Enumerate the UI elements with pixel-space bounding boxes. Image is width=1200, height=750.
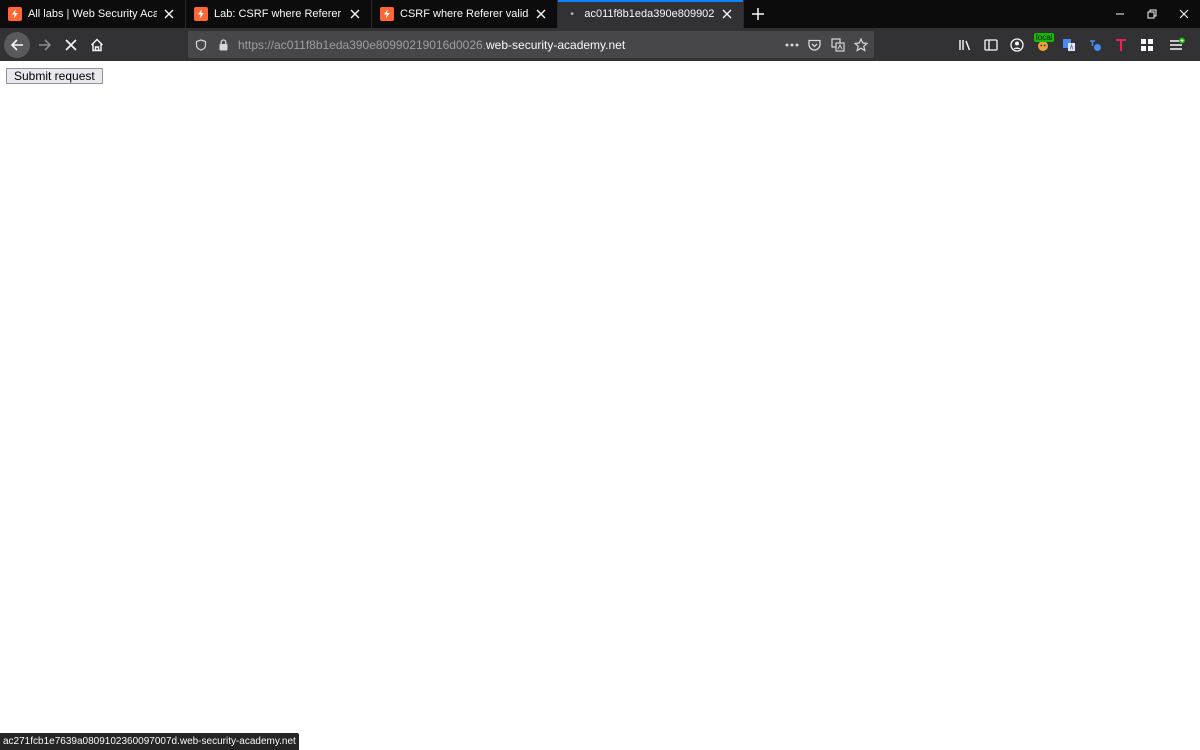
close-tab-icon[interactable] — [719, 6, 735, 22]
close-tab-icon[interactable] — [161, 6, 177, 22]
tab-lab-csrf[interactable]: Lab: CSRF where Referer valida — [186, 0, 372, 28]
extensions-grid-button[interactable] — [1134, 32, 1160, 58]
new-tab-button[interactable] — [744, 0, 772, 28]
library-icon — [959, 39, 971, 50]
tab-active-exploit[interactable]: • ac011f8b1eda390e809902190 — [558, 0, 744, 28]
tab-title: All labs | Web Security Academ — [28, 8, 157, 20]
web-security-academy-logo-icon — [380, 7, 394, 21]
sidebar-icon — [984, 38, 998, 51]
nav-toolbar: https://ac011f8b1eda390e80990219016d0026… — [0, 28, 1200, 61]
lock-icon[interactable] — [212, 31, 234, 58]
page-content: Submit request — [0, 61, 1200, 750]
tab-title: CSRF where Referer validation — [400, 8, 529, 20]
shield-icon[interactable] — [190, 31, 212, 58]
page-actions-icon[interactable] — [780, 31, 803, 58]
close-window-button[interactable] — [1168, 0, 1200, 28]
translate-icon[interactable] — [826, 31, 849, 58]
home-button[interactable] — [84, 32, 110, 58]
app-menu-button[interactable] — [1164, 32, 1190, 58]
web-security-academy-logo-icon — [8, 7, 22, 21]
account-button[interactable] — [1004, 32, 1030, 58]
extension-text-button[interactable] — [1082, 32, 1108, 58]
submit-request-button[interactable]: Submit request — [6, 68, 103, 84]
extension-local-button[interactable]: local — [1030, 32, 1056, 58]
restore-icon — [1147, 9, 1157, 19]
letter-t-icon — [1116, 38, 1126, 51]
pocket-icon[interactable] — [803, 31, 826, 58]
sidebar-button[interactable] — [978, 32, 1004, 58]
browser-window: All labs | Web Security Academ Lab: CSRF… — [0, 0, 1200, 750]
close-icon — [1179, 9, 1189, 19]
account-icon — [1010, 37, 1024, 52]
grid-icon — [1141, 38, 1153, 51]
arrow-left-icon — [10, 38, 23, 51]
forward-button[interactable] — [32, 32, 58, 58]
plus-icon — [752, 8, 764, 20]
minimize-icon — [1116, 13, 1124, 15]
web-security-academy-logo-icon — [194, 7, 208, 21]
close-tab-icon[interactable] — [347, 6, 363, 22]
close-tab-icon[interactable] — [533, 6, 549, 22]
stop-loading-button[interactable] — [58, 32, 84, 58]
extension-translate-button[interactable] — [1056, 32, 1082, 58]
extension-t-button[interactable] — [1108, 32, 1134, 58]
status-bar-link: ac271fcb1e7639a0809102360097007d.web-sec… — [0, 733, 299, 750]
home-icon — [91, 38, 103, 51]
restore-button[interactable] — [1136, 0, 1168, 28]
stop-icon — [65, 38, 77, 51]
tab-csrf-referer[interactable]: CSRF where Referer validation — [372, 0, 558, 28]
hamburger-menu-icon — [1170, 37, 1185, 50]
url-prefix: https://ac011f8b1eda390e80990219016d0026… — [238, 37, 487, 52]
address-bar-actions — [780, 31, 874, 58]
bookmark-star-icon[interactable] — [849, 31, 872, 58]
arrow-right-icon — [39, 38, 52, 51]
language-icon — [1090, 39, 1101, 51]
google-translate-icon — [1063, 38, 1075, 51]
tab-title: ac011f8b1eda390e809902190 — [584, 8, 715, 20]
loading-dot-icon: • — [570, 8, 574, 20]
toolbar-right: local — [952, 28, 1190, 61]
back-button[interactable] — [4, 31, 30, 58]
url-text[interactable]: https://ac011f8b1eda390e80990219016d0026… — [238, 38, 625, 52]
tab-strip: All labs | Web Security Academ Lab: CSRF… — [0, 0, 1200, 28]
url-domain: web-security-academy.net — [486, 37, 626, 52]
window-controls — [1104, 0, 1200, 28]
tab-all-labs[interactable]: All labs | Web Security Academ — [0, 0, 186, 28]
library-button[interactable] — [952, 32, 978, 58]
address-bar[interactable]: https://ac011f8b1eda390e80990219016d0026… — [188, 31, 874, 58]
local-badge: local — [1034, 32, 1055, 42]
minimize-button[interactable] — [1104, 0, 1136, 28]
tab-title: Lab: CSRF where Referer valida — [214, 8, 343, 20]
